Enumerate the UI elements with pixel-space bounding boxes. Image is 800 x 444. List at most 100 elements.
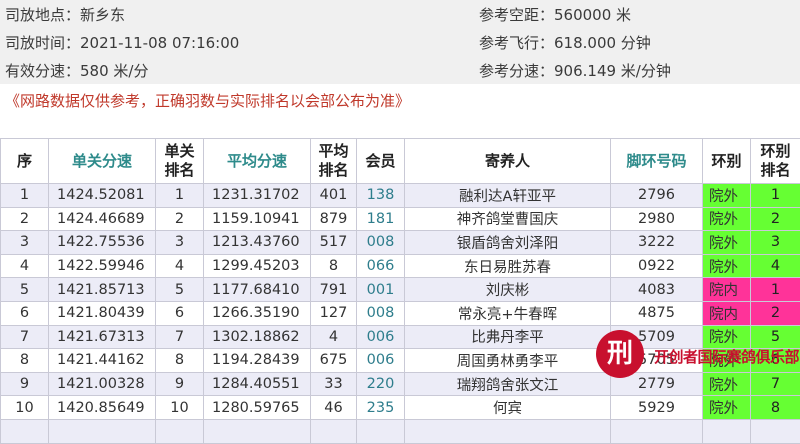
cell-owner: 刘庆彬 [405, 278, 611, 302]
table-header-row: 序 单关分速 单关排名 平均分速 平均排名 会员 寄养人 脚环号码 环别 环别排… [1, 139, 800, 184]
cell-single-rank: 10 [156, 396, 204, 420]
table-row[interactable]: 41422.5994641299.452038066东日易胜苏春0922院外4 [1, 254, 800, 278]
col-header-zone: 环别 [703, 139, 751, 184]
release-time: 司放时间：2021-11-08 07:16:00 [5, 32, 239, 53]
cell-avg-speed: 1194.28439 [204, 349, 311, 373]
cell-single-speed: 1421.44162 [49, 349, 156, 373]
cell-owner: 神齐鸽堂曹国庆 [405, 207, 611, 231]
cell-owner: 东日易胜苏春 [405, 254, 611, 278]
col-header-owner: 寄养人 [405, 139, 611, 184]
cell-member: 138 [357, 184, 405, 208]
cell-avg-speed: 1302.18862 [204, 325, 311, 349]
col-header-single-rank: 单关排名 [156, 139, 204, 184]
cell-seq: 4 [1, 254, 49, 278]
cell-single-rank: 4 [156, 254, 204, 278]
cell-owner: 常永亮+牛春晖 [405, 301, 611, 325]
table-row[interactable]: 51421.8571351177.68410791001刘庆彬4083院内1 [1, 278, 800, 302]
cell-member: 066 [357, 254, 405, 278]
cell-zone-rank: 3 [751, 231, 800, 255]
watermark-text: 开创者国际赛鸽俱乐部 [654, 346, 799, 367]
cell-avg-speed: 1266.35190 [204, 301, 311, 325]
cell-zone: 院内 [703, 278, 751, 302]
release-location: 司放地点：新乡东 [5, 4, 125, 25]
cell-avg-rank: 517 [311, 231, 357, 255]
cell-seq [1, 419, 49, 443]
cell-owner [405, 419, 611, 443]
cell-single-rank: 2 [156, 207, 204, 231]
cell-member: 220 [357, 372, 405, 396]
race-info-panel: 司放地点：新乡东 参考空距：560000 米 司放时间：2021-11-08 0… [0, 0, 800, 84]
cell-avg-rank: 127 [311, 301, 357, 325]
cell-zone: 院外 [703, 184, 751, 208]
table-row[interactable]: 101420.85649101280.5976546235何宾5929院外8 [1, 396, 800, 420]
cell-zone-rank: 2 [751, 207, 800, 231]
cell-owner: 何宾 [405, 396, 611, 420]
cell-avg-rank: 675 [311, 349, 357, 373]
cell-single-speed: 1424.46689 [49, 207, 156, 231]
cell-single-speed: 1421.00328 [49, 372, 156, 396]
cell-single-rank: 9 [156, 372, 204, 396]
results-table: 序 单关分速 单关排名 平均分速 平均排名 会员 寄养人 脚环号码 环别 环别排… [0, 138, 800, 444]
cell-seq: 10 [1, 396, 49, 420]
table-row[interactable]: 31422.7553631213.43760517008银盾鸽舍刘泽阳3222院… [1, 231, 800, 255]
table-row[interactable]: 11424.5208111231.31702401138融利达A轩亚平2796院… [1, 184, 800, 208]
col-header-ring[interactable]: 脚环号码 [611, 139, 703, 184]
cell-avg-rank: 8 [311, 254, 357, 278]
cell-avg-rank: 879 [311, 207, 357, 231]
cell-zone-rank: 1 [751, 184, 800, 208]
table-row[interactable] [1, 419, 800, 443]
ref-speed: 参考分速：906.149 米/分钟 [479, 60, 671, 81]
ref-distance: 参考空距：560000 米 [479, 4, 631, 25]
notice-text: 《网路数据仅供参考，正确羽数与实际排名以会部公布为准》 [5, 90, 410, 111]
col-header-seq: 序 [1, 139, 49, 184]
cell-member: 008 [357, 231, 405, 255]
cell-seq: 1 [1, 184, 49, 208]
info-row: 有效分速：580 米/分 参考分速：906.149 米/分钟 [0, 56, 800, 85]
cell-single-speed: 1422.75536 [49, 231, 156, 255]
cell-zone: 院内 [703, 301, 751, 325]
cell-seq: 6 [1, 301, 49, 325]
cell-single-speed [49, 419, 156, 443]
cell-single-speed: 1424.52081 [49, 184, 156, 208]
cell-single-speed: 1420.85649 [49, 396, 156, 420]
cell-seq: 3 [1, 231, 49, 255]
seal-icon: 刑 [596, 330, 644, 378]
cell-single-rank: 6 [156, 301, 204, 325]
cell-member: 001 [357, 278, 405, 302]
col-header-avg-rank-text: 平均排名 [319, 142, 349, 180]
cell-owner: 周国勇林勇李平 [405, 349, 611, 373]
cell-ring: 4875 [611, 301, 703, 325]
cell-avg-rank: 33 [311, 372, 357, 396]
col-header-member: 会员 [357, 139, 405, 184]
col-header-zone-rank: 环别排名 [751, 139, 800, 184]
cell-avg-speed: 1284.40551 [204, 372, 311, 396]
cell-single-speed: 1422.59946 [49, 254, 156, 278]
cell-ring: 4083 [611, 278, 703, 302]
col-header-avg-rank: 平均排名 [311, 139, 357, 184]
cell-zone-rank: 2 [751, 301, 800, 325]
ref-flight: 参考飞行：618.000 分钟 [479, 32, 651, 53]
cell-avg-speed: 1280.59765 [204, 396, 311, 420]
cell-avg-rank: 46 [311, 396, 357, 420]
cell-single-rank: 1 [156, 184, 204, 208]
cell-seq: 5 [1, 278, 49, 302]
col-header-avg-speed[interactable]: 平均分速 [204, 139, 311, 184]
info-row: 司放时间：2021-11-08 07:16:00 参考飞行：618.000 分钟 [0, 28, 800, 57]
cell-single-speed: 1421.85713 [49, 278, 156, 302]
cell-single-rank [156, 419, 204, 443]
cell-owner: 融利达A轩亚平 [405, 184, 611, 208]
valid-speed: 有效分速：580 米/分 [5, 60, 148, 81]
cell-zone [703, 419, 751, 443]
cell-owner: 比弗丹李平 [405, 325, 611, 349]
cell-avg-speed: 1159.10941 [204, 207, 311, 231]
cell-avg-speed [204, 419, 311, 443]
cell-member: 008 [357, 301, 405, 325]
cell-ring: 2796 [611, 184, 703, 208]
cell-ring: 5929 [611, 396, 703, 420]
table-row[interactable]: 61421.8043961266.35190127008常永亮+牛春晖4875院… [1, 301, 800, 325]
cell-zone-rank: 1 [751, 278, 800, 302]
col-header-single-speed[interactable]: 单关分速 [49, 139, 156, 184]
cell-avg-speed: 1299.45203 [204, 254, 311, 278]
table-row[interactable]: 21424.4668921159.10941879181神齐鸽堂曹国庆2980院… [1, 207, 800, 231]
cell-single-rank: 3 [156, 231, 204, 255]
